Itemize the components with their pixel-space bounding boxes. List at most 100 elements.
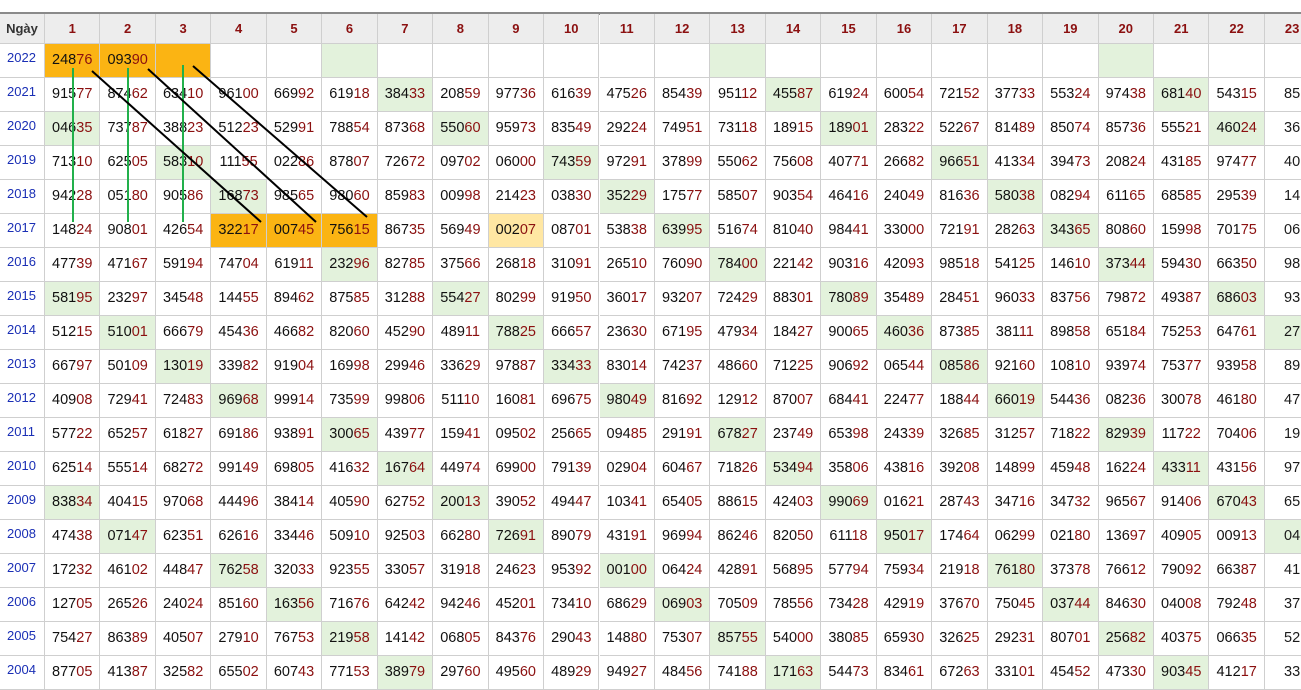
result-cell: 26526	[100, 588, 156, 622]
result-cell: 41387	[100, 656, 156, 690]
result-cell: 48456	[654, 656, 711, 690]
year-cell[interactable]: 2017	[0, 214, 45, 248]
result-cell: 38823	[155, 112, 212, 146]
result-cell: 06544	[876, 350, 933, 384]
year-cell[interactable]: 2020	[0, 112, 45, 146]
result-cell: 43185	[1154, 146, 1210, 180]
result-cell: 14455	[211, 282, 267, 316]
result-cell: 81040	[765, 214, 822, 248]
result-cell: 45201	[488, 588, 545, 622]
result-cell: 45948	[1043, 452, 1099, 486]
header-day-6: 6	[322, 14, 378, 44]
result-cell: 04635	[45, 112, 101, 146]
result-cell: 35229	[599, 180, 655, 214]
result-cell: 73428	[821, 588, 877, 622]
result-cell: 59194	[155, 248, 212, 282]
year-cell[interactable]: 2011	[0, 418, 45, 452]
year-cell[interactable]: 2015	[0, 282, 45, 316]
result-cell: 38979	[377, 656, 434, 690]
result-cell: 65930	[876, 622, 933, 656]
result-cell: 40375	[1154, 622, 1210, 656]
result-cell: 47330	[1098, 656, 1154, 690]
result-cell: 04	[1264, 520, 1301, 554]
result-cell	[433, 44, 489, 78]
result-cell: 59430	[1154, 248, 1210, 282]
header-day-7: 7	[377, 14, 434, 44]
result-cell: 75608	[765, 146, 822, 180]
result-cell: 30065	[322, 418, 378, 452]
result-cell: 28743	[932, 486, 988, 520]
result-cell: 31288	[377, 282, 434, 316]
result-cell: 32033	[266, 554, 323, 588]
result-cell: 43156	[1209, 452, 1265, 486]
result-cell: 96994	[654, 520, 711, 554]
result-cell: 24623	[488, 554, 545, 588]
result-cell: 95973	[488, 112, 545, 146]
year-cell[interactable]: 2014	[0, 316, 45, 350]
result-cell: 40415	[100, 486, 156, 520]
result-cell: 11155	[211, 146, 267, 180]
result-cell: 92160	[987, 350, 1044, 384]
result-cell: 34548	[155, 282, 212, 316]
result-cell: 75253	[1154, 316, 1210, 350]
year-cell[interactable]: 2010	[0, 452, 45, 486]
result-cell: 34365	[1043, 214, 1099, 248]
result-cell: 51215	[45, 316, 101, 350]
result-cell: 89858	[1043, 316, 1099, 350]
result-cell: 52	[1264, 622, 1301, 656]
result-cell: 57722	[45, 418, 101, 452]
result-cell: 79139	[544, 452, 600, 486]
result-cell: 42654	[155, 214, 212, 248]
year-cell[interactable]: 2016	[0, 248, 45, 282]
result-cell: 73118	[710, 112, 766, 146]
year-cell[interactable]: 2005	[0, 622, 45, 656]
result-cell: 98049	[599, 384, 655, 418]
year-cell[interactable]: 2018	[0, 180, 45, 214]
result-cell: 93891	[266, 418, 323, 452]
result-cell: 85074	[1043, 112, 1099, 146]
result-cell: 74188	[710, 656, 766, 690]
year-cell[interactable]: 2012	[0, 384, 45, 418]
result-cell: 38414	[266, 486, 323, 520]
result-cell: 87585	[322, 282, 378, 316]
result-cell: 75427	[45, 622, 101, 656]
year-cell[interactable]: 2013	[0, 350, 45, 384]
result-cell: 93974	[1098, 350, 1154, 384]
result-cell: 40771	[821, 146, 877, 180]
result-cell: 17232	[45, 554, 101, 588]
result-cell: 39473	[1043, 146, 1099, 180]
year-cell[interactable]: 2019	[0, 146, 45, 180]
result-cell: 76612	[1098, 554, 1154, 588]
result-cell: 68603	[1209, 282, 1265, 316]
year-cell[interactable]: 2008	[0, 520, 45, 554]
result-cell: 93958	[1209, 350, 1265, 384]
result-cell: 35806	[821, 452, 877, 486]
result-cell: 98518	[932, 248, 988, 282]
result-cell: 07147	[100, 520, 156, 554]
result-cell	[932, 44, 988, 78]
header-day-4: 4	[211, 14, 267, 44]
result-cell: 94228	[45, 180, 101, 214]
result-cell: 36017	[599, 282, 655, 316]
result-cell: 40908	[45, 384, 101, 418]
result-cell: 97438	[1098, 78, 1154, 112]
year-cell[interactable]: 2022	[0, 44, 45, 78]
year-cell[interactable]: 2007	[0, 554, 45, 588]
result-cell: 42891	[710, 554, 766, 588]
header-day-5: 5	[266, 14, 323, 44]
result-cell: 78556	[765, 588, 822, 622]
year-cell[interactable]: 2021	[0, 78, 45, 112]
year-cell[interactable]: 2009	[0, 486, 45, 520]
result-cell: 71822	[1043, 418, 1099, 452]
result-cell: 54125	[987, 248, 1044, 282]
result-cell	[322, 44, 378, 78]
result-cell: 68585	[1154, 180, 1210, 214]
result-cell: 94246	[433, 588, 489, 622]
result-cell: 92503	[377, 520, 434, 554]
year-cell[interactable]: 2006	[0, 588, 45, 622]
result-cell: 60054	[876, 78, 933, 112]
result-cell	[876, 44, 933, 78]
result-cell: 87007	[765, 384, 822, 418]
result-cell: 55521	[1154, 112, 1210, 146]
year-cell[interactable]: 2004	[0, 656, 45, 690]
